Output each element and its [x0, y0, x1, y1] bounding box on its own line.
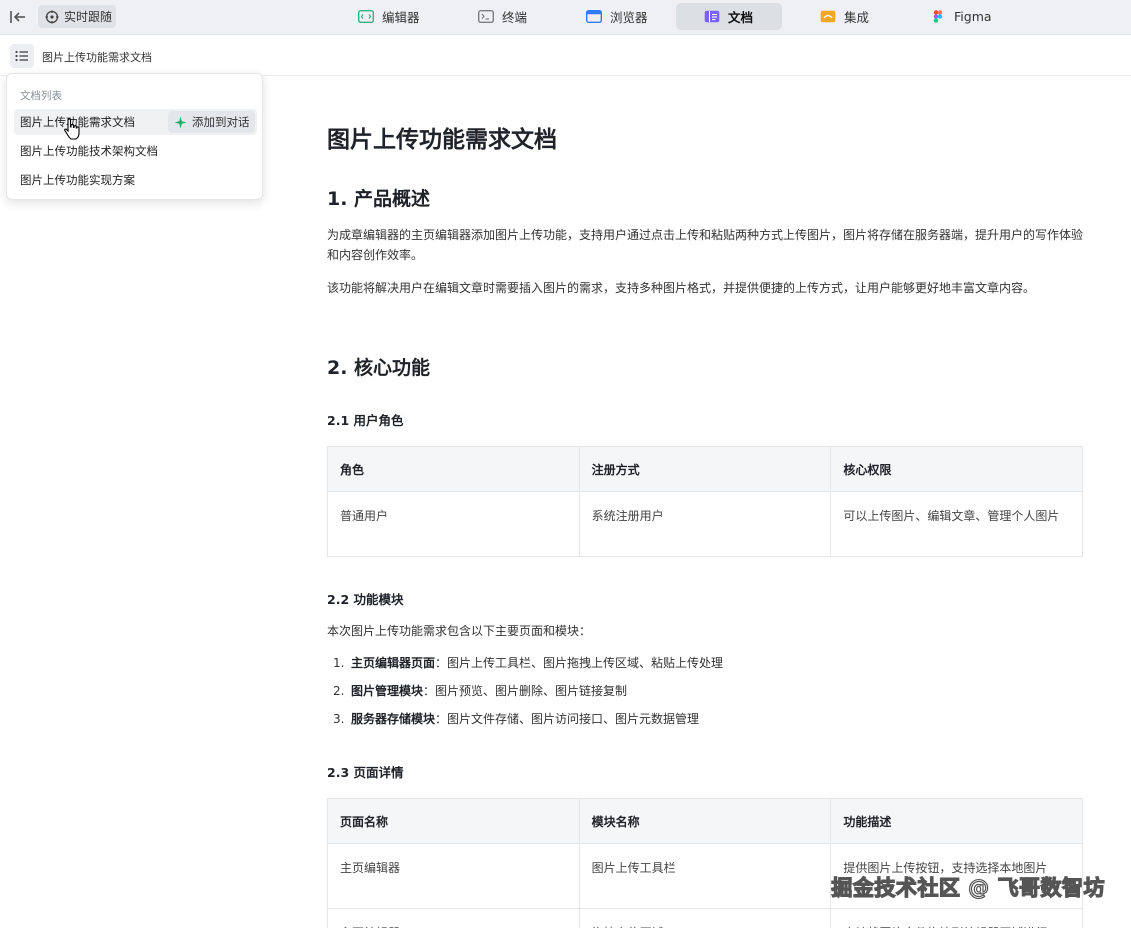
list-icon	[15, 50, 28, 62]
document-list-button[interactable]	[10, 44, 34, 68]
module-description: ：图片文件存储、图片访问接口、图片元数据管理	[435, 712, 700, 726]
subsection-heading-page-details: 2.3 页面详情	[327, 765, 404, 780]
user-roles-table: 角色 注册方式 核心权限 普通用户 系统注册用户 可以上传图片、编辑文章、管理个…	[327, 446, 1083, 557]
table-header-cell: 核心权限	[830, 446, 1083, 492]
tab-document[interactable]: 文档	[676, 3, 782, 30]
table-cell: 系统注册用户	[578, 491, 832, 557]
live-follow-label: 实时跟随	[64, 10, 113, 24]
document-list-item[interactable]: 图片上传功能实现方案	[14, 167, 257, 193]
tab-browser-label: 浏览器	[610, 10, 648, 25]
module-name: 服务器存储模块	[351, 712, 436, 726]
section-heading-core-features: 2. 核心功能	[327, 357, 431, 379]
document-list-dropdown: 文档列表 图片上传功能需求文档 添加到对话 图片上传功能技术架构文档 图片上传功…	[6, 73, 263, 200]
tab-figma[interactable]: Figma	[906, 3, 1006, 30]
tab-figma-label: Figma	[954, 9, 992, 24]
overview-paragraph-1: 为成章编辑器的主页编辑器添加图片上传功能，支持用户通过点击上传和粘贴两种方式上传…	[327, 228, 1084, 262]
watermark: 掘金技术社区 @ 飞哥数智坊	[831, 875, 1105, 900]
add-to-chat-label: 添加到对话	[192, 115, 250, 129]
document-list-item-label: 图片上传功能技术架构文档	[20, 144, 158, 158]
current-document-title: 图片上传功能需求文档	[42, 51, 152, 64]
table-cell: 普通用户	[327, 491, 580, 557]
module-description: ：图片上传工具栏、图片拖拽上传区域、粘贴上传处理	[435, 656, 724, 670]
table-header-row: 页面名称 模块名称 功能描述	[327, 798, 1083, 844]
table-header-cell: 功能描述	[830, 798, 1083, 844]
tab-editor-label: 编辑器	[382, 10, 420, 25]
table-cell: 主页编辑器	[327, 908, 580, 928]
document-header-bar: 图片上传功能需求文档	[0, 36, 1131, 76]
subsection-heading-user-roles: 2.1 用户角色	[327, 413, 404, 428]
table-cell: 拖拽上传区域	[578, 908, 832, 928]
overview-paragraph-2: 该功能将解决用户在编辑文章时需要插入图片的需求，支持多种图片格式，并提供便捷的上…	[327, 281, 1036, 295]
tab-integration-label: 集成	[844, 10, 870, 25]
code-editor-icon	[358, 10, 374, 23]
tab-document-label: 文档	[728, 10, 754, 25]
integration-icon	[820, 10, 836, 23]
document-list-item-label: 图片上传功能实现方案	[20, 173, 135, 187]
document-list-item[interactable]: 图片上传功能需求文档 添加到对话	[14, 109, 257, 135]
collapse-sidebar-icon[interactable]	[8, 7, 28, 27]
tab-terminal[interactable]: 终端	[454, 3, 544, 30]
document-list-item[interactable]: 图片上传功能技术架构文档	[14, 138, 257, 164]
module-name: 主页编辑器页面	[351, 656, 436, 670]
tab-editor[interactable]: 编辑器	[334, 3, 434, 30]
section-heading-overview: 1. 产品概述	[327, 188, 431, 210]
hand-cursor-icon	[64, 118, 80, 140]
add-to-chat-button[interactable]: 添加到对话	[168, 111, 255, 133]
document-title: 图片上传功能需求文档	[327, 127, 557, 153]
list-item: 3. 服务器存储模块 ：图片文件存储、图片访问接口、图片元数据管理	[327, 709, 723, 737]
table-header-cell: 注册方式	[578, 446, 832, 492]
table-cell: 主页编辑器	[327, 843, 580, 909]
document-list-title: 文档列表	[20, 90, 62, 102]
table-cell: 支持将图片文件拖拽到编辑器区域进行	[830, 908, 1083, 928]
tab-terminal-label: 终端	[502, 10, 528, 25]
module-name: 图片管理模块	[351, 684, 424, 698]
page-details-table: 页面名称 模块名称 功能描述 主页编辑器 图片上传工具栏 提供图片上传按钮，支持…	[327, 798, 1083, 928]
table-header-row: 角色 注册方式 核心权限	[327, 446, 1083, 492]
sparkle-icon	[174, 116, 187, 128]
table-cell: 图片上传工具栏	[578, 843, 832, 909]
table-header-cell: 角色	[327, 446, 580, 492]
terminal-icon	[478, 10, 494, 23]
live-follow-button[interactable]: 实时跟随	[38, 5, 116, 28]
top-tab-bar: 实时跟随 编辑器 终端 浏览器 文档 集成 Figma	[0, 0, 1131, 35]
document-icon	[704, 10, 720, 23]
figma-icon	[933, 10, 943, 23]
crosshair-icon	[45, 10, 59, 23]
modules-list: 1. 主页编辑器页面 ：图片上传工具栏、图片拖拽上传区域、粘贴上传处理 2. 图片管理…	[327, 653, 723, 737]
table-row: 主页编辑器 拖拽上传区域 支持将图片文件拖拽到编辑器区域进行	[327, 908, 1083, 928]
subsection-heading-function-modules: 2.2 功能模块	[327, 592, 404, 607]
list-item: 1. 主页编辑器页面 ：图片上传工具栏、图片拖拽上传区域、粘贴上传处理	[327, 653, 723, 681]
modules-intro: 本次图片上传功能需求包含以下主要页面和模块：	[327, 624, 592, 638]
table-header-cell: 模块名称	[578, 798, 832, 844]
table-row: 普通用户 系统注册用户 可以上传图片、编辑文章、管理个人图片	[327, 491, 1083, 557]
table-header-cell: 页面名称	[327, 798, 580, 844]
tab-integration[interactable]: 集成	[796, 3, 886, 30]
tab-browser[interactable]: 浏览器	[562, 3, 662, 30]
browser-icon	[586, 10, 602, 23]
table-cell: 可以上传图片、编辑文章、管理个人图片	[830, 491, 1083, 557]
list-item: 2. 图片管理模块 ：图片预览、图片删除、图片链接复制	[327, 681, 723, 709]
module-description: ：图片预览、图片删除、图片链接复制	[423, 684, 628, 698]
